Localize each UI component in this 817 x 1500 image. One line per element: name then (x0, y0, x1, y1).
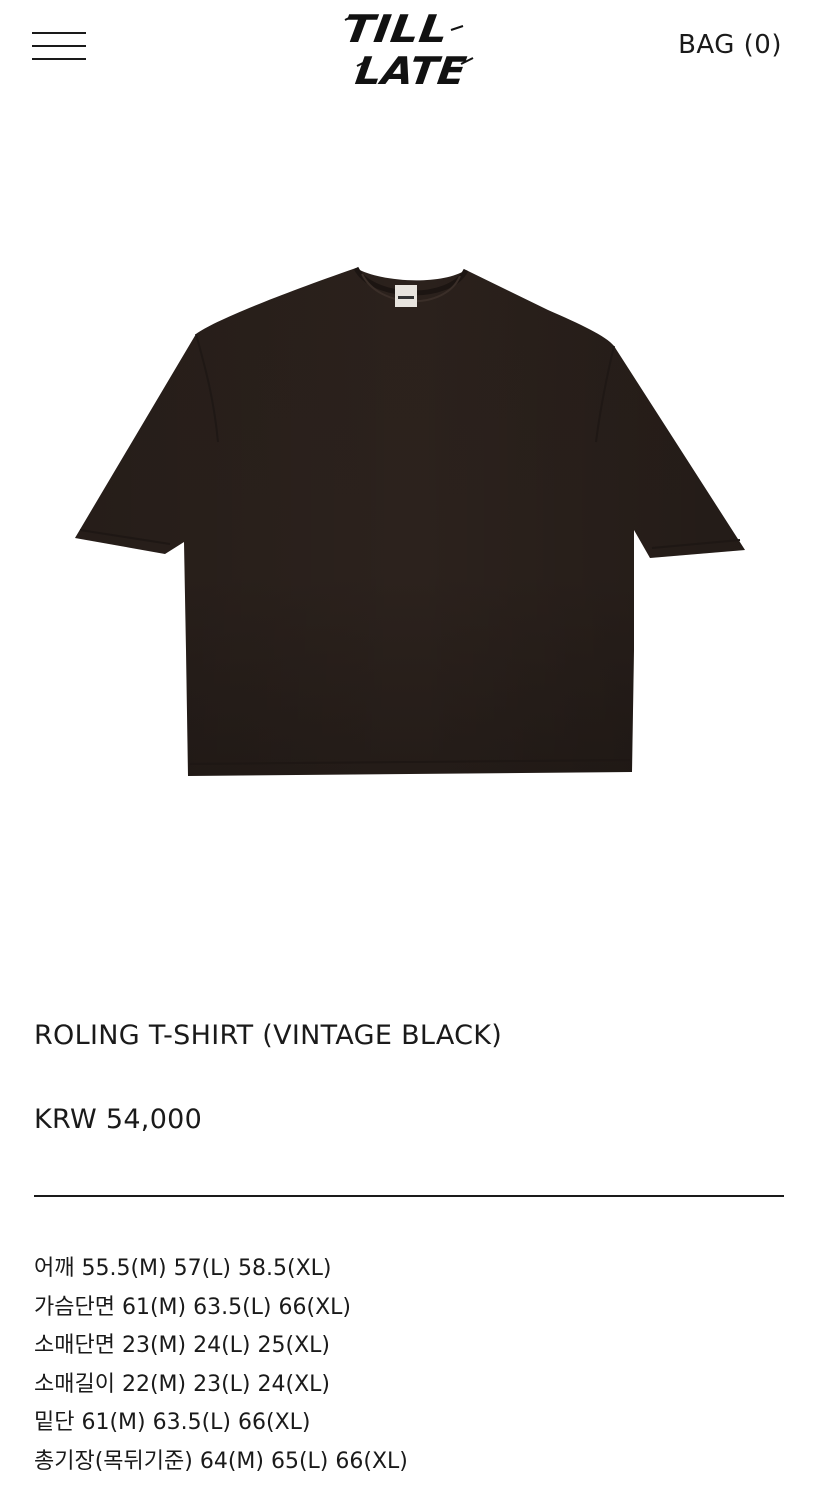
size-row-hem: 밑단 61(M) 63.5(L) 66(XL) (34, 1410, 311, 1435)
size-row-chest: 가슴단면 61(M) 63.5(L) 66(XL) (34, 1294, 351, 1320)
size-info-list: 어깨 55.5(M) 57(L) 58.5(XL) 가슴단면 61(M) 63.… (34, 1250, 408, 1481)
product-title: ROLING T-SHIRT (VINTAGE BLACK) (34, 1020, 503, 1051)
size-row-sleeve-width: 소매단면 23(M) 24(L) 25(XL) (34, 1333, 330, 1358)
menu-bar (32, 32, 86, 34)
tshirt-image (75, 266, 745, 776)
product-price: KRW 54,000 (34, 1104, 203, 1135)
svg-text:TILL: TILL (343, 8, 451, 52)
size-row-sleeve-length: 소매길이 22(M) 23(L) 24(XL) (34, 1371, 330, 1397)
hamburger-menu-icon[interactable] (32, 28, 86, 64)
menu-bar (32, 58, 86, 60)
brand-logo[interactable]: TILL LATE (343, 6, 475, 90)
size-row-shoulder: 어깨 55.5(M) 57(L) 58.5(XL) (34, 1256, 332, 1281)
logo-wordmark: TILL LATE (343, 8, 474, 90)
site-header: TILL LATE BAG (0) (0, 0, 817, 100)
svg-text:LATE: LATE (353, 50, 469, 90)
size-row-total-length: 총기장(목뒤기준) 64(M) 65(L) 66(XL) (34, 1448, 408, 1474)
menu-bar (32, 45, 86, 47)
divider (34, 1195, 784, 1197)
product-photo[interactable] (0, 110, 817, 960)
bag-link[interactable]: BAG (0) (678, 30, 782, 60)
